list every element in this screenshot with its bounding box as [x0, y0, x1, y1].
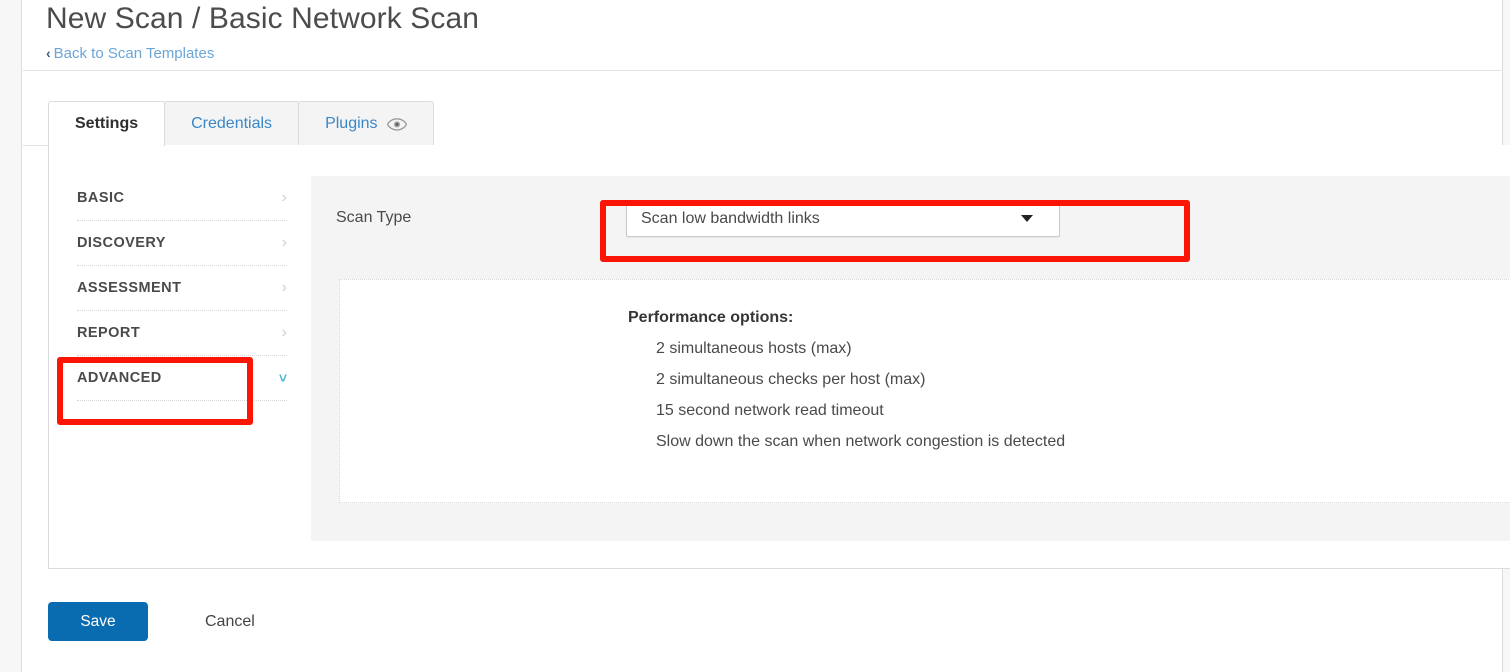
chevron-right-icon: › — [281, 324, 287, 341]
form-actions: Save Cancel — [48, 602, 255, 641]
scan-type-select[interactable]: Scan low bandwidth links — [626, 200, 1060, 237]
sidebar-item-advanced-label: ADVANCED — [77, 370, 162, 386]
performance-option-checks: 2 simultaneous checks per host (max) — [656, 371, 926, 388]
tab-settings[interactable]: Settings — [48, 101, 166, 146]
tab-plugins[interactable]: Plugins — [298, 101, 434, 146]
performance-options-box: Performance options: 2 simultaneous host… — [339, 279, 1510, 503]
tab-credentials-label: Credentials — [191, 115, 273, 132]
performance-option-slowdown: Slow down the scan when network congesti… — [656, 433, 1066, 450]
scan-type-row: Scan Type Scan low bandwidth links — [311, 176, 1510, 262]
settings-content-panel: Scan Type Scan low bandwidth links Perfo… — [311, 176, 1510, 541]
chevron-right-icon: › — [281, 279, 287, 296]
sidebar-item-report[interactable]: REPORT › — [77, 311, 287, 356]
scan-type-select-wrap: Scan low bandwidth links — [626, 200, 1060, 237]
chevron-left-icon: ‹ — [46, 45, 51, 61]
settings-card: BASIC › DISCOVERY › ASSESSMENT › REPORT … — [48, 145, 1510, 569]
sidebar-item-assessment-label: ASSESSMENT — [77, 280, 182, 296]
scan-type-selected-value: Scan low bandwidth links — [641, 209, 820, 227]
page-gutter-left — [0, 0, 22, 672]
tab-credentials[interactable]: Credentials — [164, 101, 300, 146]
sidebar-item-report-label: REPORT — [77, 325, 141, 341]
sidebar-item-basic-label: BASIC — [77, 190, 125, 206]
sidebar-item-assessment[interactable]: ASSESSMENT › — [77, 266, 287, 311]
scan-type-label: Scan Type — [336, 209, 412, 226]
page-root: New Scan / Basic Network Scan ‹ Back to S… — [0, 0, 1510, 672]
tab-strip: Settings Credentials Plugins — [48, 101, 434, 146]
chevron-down-icon — [1021, 215, 1033, 222]
settings-sidebar: BASIC › DISCOVERY › ASSESSMENT › REPORT … — [49, 145, 311, 568]
cancel-button[interactable]: Cancel — [205, 613, 255, 631]
tab-settings-label: Settings — [75, 115, 139, 132]
chevron-right-icon: › — [281, 189, 287, 206]
performance-option-timeout: 15 second network read timeout — [656, 402, 884, 419]
breadcrumb[interactable]: ‹ Back to Scan Templates — [46, 44, 214, 63]
performance-option-hosts: 2 simultaneous hosts (max) — [656, 340, 852, 357]
back-to-scan-templates-link[interactable]: Back to Scan Templates — [54, 45, 215, 62]
chevron-down-icon: ˅ — [278, 370, 287, 386]
save-button[interactable]: Save — [48, 602, 148, 641]
eye-icon — [386, 117, 407, 131]
page-title: New Scan / Basic Network Scan — [46, 2, 480, 35]
header-divider — [23, 70, 1501, 71]
sidebar-item-basic[interactable]: BASIC › — [77, 176, 287, 221]
chevron-right-icon: › — [281, 234, 287, 251]
performance-options-title: Performance options: — [628, 309, 794, 326]
sidebar-item-advanced[interactable]: ADVANCED ˅ — [77, 356, 287, 401]
sidebar-item-discovery-label: DISCOVERY — [77, 235, 166, 251]
sidebar-item-discovery[interactable]: DISCOVERY › — [77, 221, 287, 266]
tab-plugins-label: Plugins — [325, 115, 378, 132]
